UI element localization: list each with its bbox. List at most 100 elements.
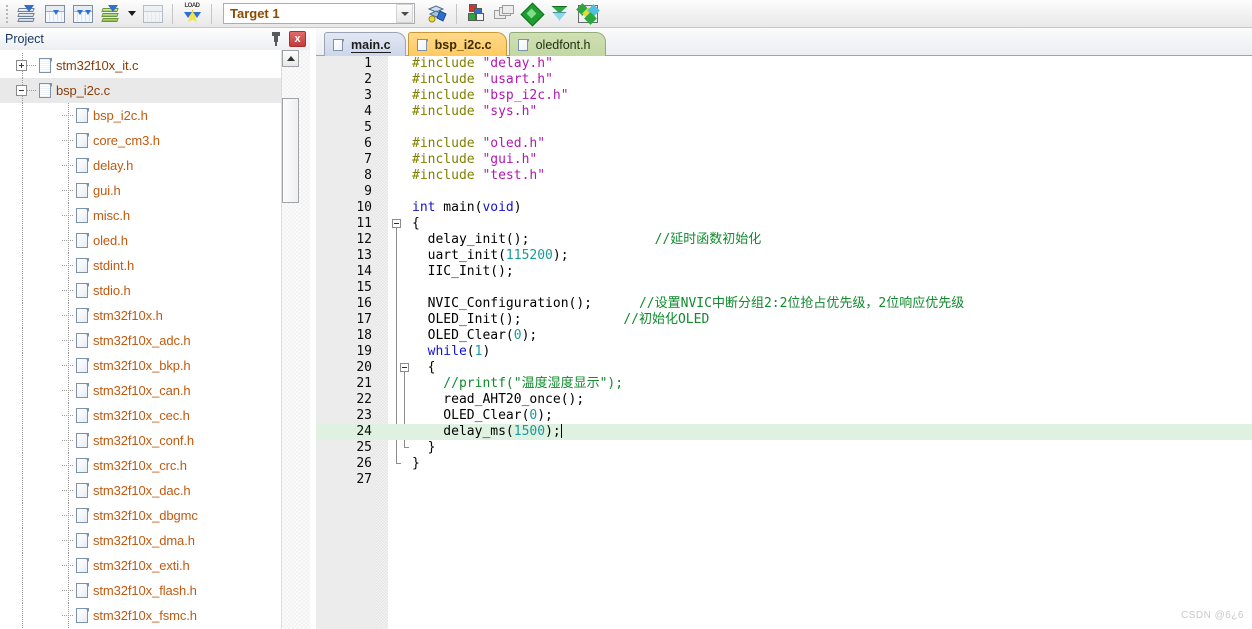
watermark: CSDN @6¿6: [1181, 610, 1244, 621]
code-line: 20 {: [316, 360, 1252, 376]
tree-item-label: bsp_i2c.h: [93, 108, 148, 123]
editor-tab[interactable]: bsp_i2c.c: [407, 32, 507, 57]
tree-guide-line: [68, 603, 69, 628]
code-line-text: #include "gui.h": [412, 152, 1252, 168]
code-token-pln: main(: [435, 200, 483, 215]
manage-run-time-env-icon[interactable]: [546, 2, 574, 26]
tree-guide-line: [22, 553, 23, 578]
code-token-pln: delay_ms(: [412, 424, 514, 439]
tree-item-label: gui.h: [93, 183, 121, 198]
tree-item[interactable]: stm32f10x_dac.h: [0, 478, 292, 503]
tree-item-label: stm32f10x_can.h: [93, 383, 191, 398]
tree-item[interactable]: bsp_i2c.c: [0, 78, 292, 103]
editor-tab[interactable]: main.c: [324, 32, 406, 57]
tree-item[interactable]: delay.h: [0, 153, 292, 178]
load-to-flash-icon[interactable]: LOAD: [178, 2, 206, 26]
tree-guide-line: [22, 303, 23, 328]
tree-item[interactable]: stm32f10x_cec.h: [0, 403, 292, 428]
tree-item[interactable]: stm32f10x_fsmc.h: [0, 603, 292, 628]
code-line: 5: [316, 120, 1252, 136]
file-icon: [416, 38, 428, 52]
close-icon[interactable]: x: [289, 31, 306, 47]
code-token-pln: delay_init();: [412, 232, 530, 247]
tree-item[interactable]: stdio.h: [0, 278, 292, 303]
code-line-text: OLED_Clear(0);: [412, 328, 1252, 344]
code-token-pln: );: [552, 248, 569, 263]
multi-project-window-icon[interactable]: [490, 2, 518, 26]
tree-guide-line: [22, 128, 23, 153]
tree-guide-line: [68, 253, 69, 278]
pack-installer-icon[interactable]: [518, 1, 546, 27]
code-editor[interactable]: 1 #include "delay.h" 2 #include "usart.h" 3 #…: [316, 56, 1252, 629]
project-tree-vertical-scrollbar[interactable]: [281, 50, 299, 629]
code-line: 7 #include "gui.h": [316, 152, 1252, 168]
manage-project-items-icon[interactable]: [462, 2, 490, 26]
code-line: 9: [316, 184, 1252, 200]
code-line-text: OLED_Init(); //初始化OLED: [412, 312, 1252, 328]
tree-item[interactable]: core_cm3.h: [0, 128, 292, 153]
build-target-icon[interactable]: [69, 2, 97, 26]
header-file-icon: [76, 132, 89, 149]
tree-item[interactable]: stm32f10x_can.h: [0, 378, 292, 403]
tree-item-label: core_cm3.h: [93, 133, 160, 148]
header-file-icon: [76, 607, 89, 624]
scroll-up-button[interactable]: [282, 50, 299, 67]
scrollbar-thumb[interactable]: [282, 98, 299, 203]
tree-item[interactable]: stm32f10x_exti.h: [0, 553, 292, 578]
code-token-num: 115200: [505, 248, 553, 263]
code-token-str: "oled.h": [482, 136, 546, 151]
tree-guide-line: [68, 328, 69, 353]
code-line: 17 OLED_Init(); //初始化OLED: [316, 312, 1252, 328]
tree-item[interactable]: stm32f10x_dma.h: [0, 528, 292, 553]
tree-item[interactable]: stm32f10x_it.c: [0, 53, 292, 78]
project-panel-title: Project: [5, 32, 44, 46]
tree-item[interactable]: stdint.h: [0, 253, 292, 278]
code-line-text: uart_init(115200);: [412, 248, 1252, 264]
download-to-flash-icon[interactable]: [13, 2, 41, 26]
code-line-text: #include "test.h": [412, 168, 1252, 184]
chevron-down-icon[interactable]: [125, 2, 139, 26]
tree-item-label: stm32f10x_crc.h: [93, 458, 187, 473]
tree-item[interactable]: stm32f10x.h: [0, 303, 292, 328]
tree-item[interactable]: stm32f10x_adc.h: [0, 328, 292, 353]
code-line: 18 OLED_Clear(0);: [316, 328, 1252, 344]
tree-guide-line: [68, 528, 69, 553]
toolbar-grip[interactable]: [3, 3, 11, 25]
batch-build-icon[interactable]: [139, 2, 167, 26]
code-line: 12 delay_init(); //延时函数初始化: [316, 232, 1252, 248]
tree-item-label: stm32f10x_fsmc.h: [93, 608, 197, 623]
tree-item[interactable]: stm32f10x_bkp.h: [0, 353, 292, 378]
expand-icon[interactable]: [16, 60, 27, 71]
code-token-pln: );: [537, 408, 553, 423]
collapse-icon[interactable]: [16, 85, 27, 96]
tree-item[interactable]: gui.h: [0, 178, 292, 203]
rebuild-all-icon[interactable]: [97, 2, 125, 26]
translate-file-icon[interactable]: [41, 2, 69, 26]
code-line-text: {: [412, 216, 1252, 232]
tree-guide-line: [22, 278, 23, 303]
source-file-icon: [39, 57, 52, 74]
tree-guide-line: [68, 128, 69, 153]
line-number: 23: [356, 408, 372, 423]
code-token-kw: int: [412, 200, 436, 215]
tree-item[interactable]: stm32f10x_dbgmc: [0, 503, 292, 528]
tree-item[interactable]: bsp_i2c.h: [0, 103, 292, 128]
tree-item[interactable]: stm32f10x_conf.h: [0, 428, 292, 453]
tree-item[interactable]: stm32f10x_flash.h: [0, 578, 292, 603]
tree-item[interactable]: stm32f10x_crc.h: [0, 453, 292, 478]
editor-tab[interactable]: oledfont.h: [508, 32, 606, 57]
target-selector[interactable]: Target 1: [223, 3, 415, 24]
pin-icon[interactable]: [268, 31, 284, 47]
tree-guide-line: [22, 403, 23, 428]
toolbar-separator: [172, 3, 173, 24]
tree-item[interactable]: oled.h: [0, 228, 292, 253]
tree-guide-line: [22, 178, 23, 203]
select-software-packs-icon[interactable]: [574, 2, 602, 26]
chevron-down-icon[interactable]: [396, 4, 413, 23]
tree-item[interactable]: misc.h: [0, 203, 292, 228]
header-file-icon: [76, 257, 89, 274]
header-file-icon: [76, 107, 89, 124]
tree-guide-line: [68, 453, 69, 478]
target-options-icon[interactable]: [423, 2, 451, 26]
line-number: 14: [356, 264, 372, 279]
